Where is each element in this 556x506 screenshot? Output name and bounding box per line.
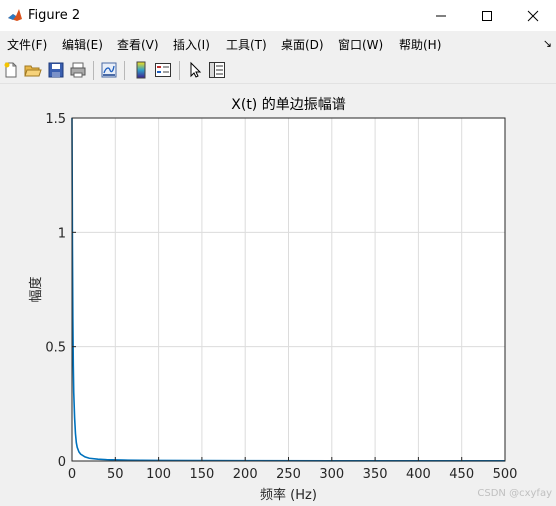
plot-svg: 0 50 100 150 200 250 300 350 400 450 500 0 0.5 1 1.5 X…: [28, 97, 518, 503]
legend-icon[interactable]: [154, 61, 172, 79]
y-tick-label: 0: [58, 455, 66, 470]
x-tick-label: 450: [449, 467, 474, 482]
toolbar-separator: [93, 61, 94, 80]
title-bar: Figure 2: [0, 0, 556, 31]
menu-desktop[interactable]: 桌面(D): [281, 36, 324, 53]
menu-overflow-icon[interactable]: ↘: [543, 37, 552, 50]
menu-window[interactable]: 窗口(W): [338, 36, 383, 53]
property-inspector-icon[interactable]: [208, 61, 226, 79]
y-tick-label: 0.5: [45, 341, 66, 356]
y-tick-label: 1.5: [45, 112, 66, 127]
x-tick-label: 500: [493, 467, 518, 482]
menu-tools[interactable]: 工具(T): [226, 36, 267, 53]
menu-insert[interactable]: 插入(I): [173, 36, 210, 53]
x-tick-label: 150: [189, 467, 214, 482]
x-tick-label: 350: [363, 467, 388, 482]
x-tick-label: 300: [319, 467, 344, 482]
menu-view[interactable]: 查看(V): [117, 36, 159, 53]
x-tick-label: 50: [107, 467, 124, 482]
toolbar-separator: [124, 61, 125, 80]
y-axis-label: 幅度: [28, 276, 44, 302]
maximize-icon: [482, 10, 492, 21]
minimize-icon: [436, 15, 446, 16]
menu-edit[interactable]: 编辑(E): [62, 36, 103, 53]
matlab-app-icon: [7, 7, 23, 23]
menu-bar: 文件(F) 编辑(E) 查看(V) 插入(I) 工具(T) 桌面(D) 窗口(W…: [0, 31, 556, 57]
menu-file[interactable]: 文件(F): [7, 36, 47, 53]
maximize-button[interactable]: [464, 0, 510, 31]
x-tick-label: 0: [68, 467, 76, 482]
x-tick-label: 100: [146, 467, 171, 482]
save-icon[interactable]: [47, 61, 65, 79]
chart-title: X(t) 的单边振幅谱: [231, 97, 345, 113]
x-tick-label: 250: [276, 467, 301, 482]
figure-canvas: 0 50 100 150 200 250 300 350 400 450 500 0 0.5 1 1.5 X…: [0, 85, 556, 503]
close-button[interactable]: [510, 0, 556, 31]
pointer-icon[interactable]: [186, 61, 204, 79]
minimize-button[interactable]: [418, 0, 464, 31]
watermark-text: CSDN @cxyfay: [477, 488, 552, 499]
x-tick-label: 400: [406, 467, 431, 482]
toolbar-separator: [179, 61, 180, 80]
close-icon: [527, 10, 539, 21]
y-tick-label: 1: [58, 226, 66, 241]
new-figure-icon[interactable]: [2, 61, 20, 79]
x-axis-label: 频率 (Hz): [260, 487, 317, 502]
link-plot-icon[interactable]: [100, 61, 118, 79]
menu-help[interactable]: 帮助(H): [399, 36, 441, 53]
colorbar-icon[interactable]: [132, 61, 150, 79]
window-title: Figure 2: [28, 8, 81, 23]
print-icon[interactable]: [69, 61, 87, 79]
x-tick-label: 200: [233, 467, 258, 482]
figure-toolbar: [0, 57, 556, 84]
open-file-icon[interactable]: [24, 61, 42, 79]
